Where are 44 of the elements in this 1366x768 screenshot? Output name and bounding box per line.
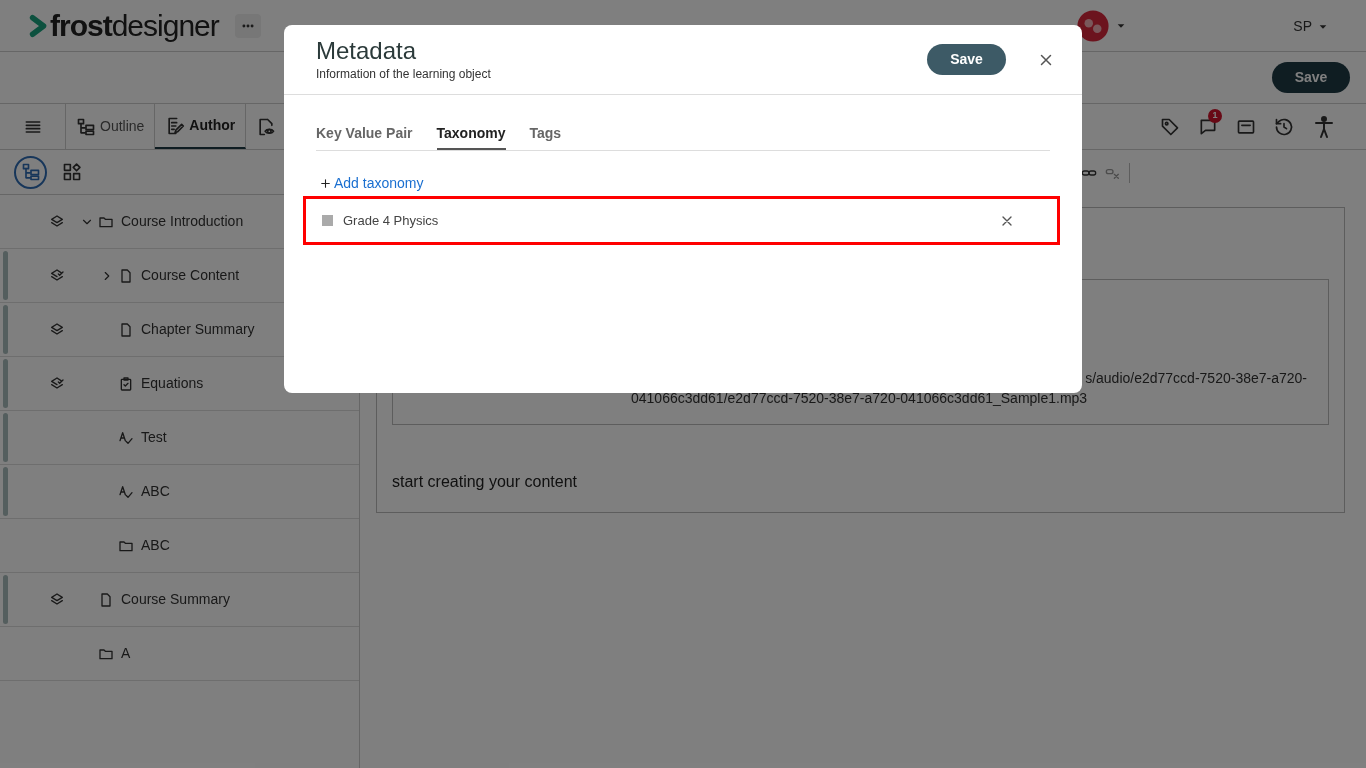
checklist-icon [118,375,134,392]
grid-icon [61,162,82,182]
tree-icon [20,162,41,182]
tree-view-button[interactable] [14,155,47,189]
dialog-title: Metadata [316,36,418,65]
item-label: Equations [141,374,204,393]
view-tab[interactable]: Author [155,104,247,149]
plus-icon [319,177,332,190]
item-label: ABC [141,482,170,501]
outline-item[interactable]: ABC [0,519,359,573]
dialog-tab[interactable]: Key Value Pair [316,123,413,150]
file-path-text: 041066c3dd61/e2d77ccd-7520-38e7-a720-041066c3dd61_Sample1.mp3 [630,389,1088,408]
item-label: Chapter Summary [141,320,255,339]
item-label: Course Introduction [121,212,244,231]
dialog-tab[interactable]: Taxonomy [436,123,506,150]
logo-text: frostdesigner [50,10,219,41]
item-label: Course Summary [121,590,230,609]
author-icon [165,115,186,136]
accessibility-icon[interactable] [1312,114,1336,139]
spellcheck-icon [118,483,134,500]
body-text: start creating your content [392,472,577,492]
spellcheck-icon [118,429,134,446]
square-icon [322,215,333,226]
file-icon [118,267,134,284]
item-label: Test [141,428,167,447]
save-button[interactable]: Save [1272,62,1350,93]
user-menu[interactable]: SP [1293,16,1328,37]
outline-icon [76,116,96,137]
history-icon[interactable] [1274,116,1294,137]
tag-icon[interactable] [1160,116,1180,137]
add-taxonomy-link[interactable]: Add taxonomy [319,173,424,194]
item-label: Course Content [141,266,240,285]
outline-item[interactable]: A [0,627,359,681]
view-tab[interactable]: Outline [66,104,156,149]
dialog-tab[interactable]: Tags [529,123,562,150]
file-icon [118,321,134,338]
save-button[interactable]: Save [927,44,1006,75]
preview-icon [256,116,277,137]
notification-badge: 1 [1208,108,1222,123]
item-label: A [121,644,131,663]
dialog-subtitle: Information of the learning object [316,65,491,83]
item-label: ABC [141,536,170,555]
file-path-text: s/audio/e2d77ccd-7520-38e7-a720- [1085,369,1308,388]
file-icon [98,591,114,608]
